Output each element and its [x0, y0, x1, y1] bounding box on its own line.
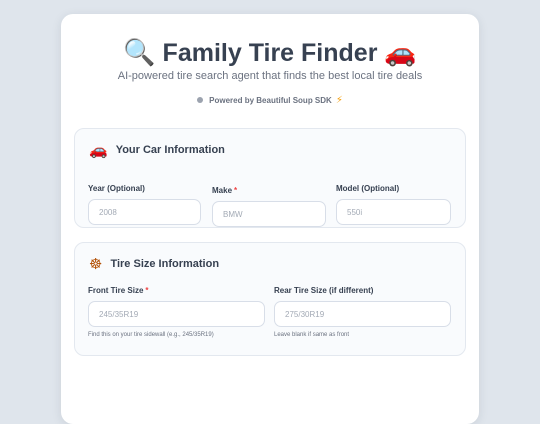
- front-tire-label: Front Tire Size *: [88, 286, 149, 295]
- search-icon: 🔍: [123, 38, 156, 68]
- status-dot-icon: [197, 97, 204, 103]
- car-info-section: 🚗 Your Car Information Year (Optional) M…: [74, 128, 466, 228]
- required-mark: *: [145, 286, 149, 295]
- rear-tire-label: Rear Tire Size (if different): [274, 286, 374, 295]
- title-text: Family Tire Finder: [162, 39, 378, 67]
- model-input[interactable]: [336, 199, 451, 225]
- tire-info-section: ☸ Tire Size Information Front Tire Size *…: [74, 242, 466, 356]
- front-tire-input[interactable]: [88, 301, 265, 327]
- car-section-header: 🚗 Your Car Information: [89, 141, 225, 159]
- required-mark: *: [234, 186, 238, 195]
- rear-tire-input[interactable]: [274, 301, 451, 327]
- front-tire-hint: Find this on your tire sidewall (e.g., 2…: [88, 332, 214, 338]
- tire-section-header: ☸ Tire Size Information: [89, 255, 219, 273]
- model-field-group: Model (Optional): [336, 184, 451, 225]
- section-title: Your Car Information: [115, 144, 225, 156]
- wheel-icon: ☸: [89, 255, 103, 273]
- year-label: Year (Optional): [88, 184, 145, 193]
- make-input[interactable]: [212, 201, 326, 227]
- front-tire-field-group: Front Tire Size* Find this on your tire …: [88, 286, 265, 338]
- rear-tire-field-group: Rear Tire Size (if different) Leave blan…: [274, 286, 451, 338]
- lightning-icon: ⚡: [335, 95, 343, 106]
- car-icon: 🚗: [89, 141, 108, 159]
- rear-tire-hint: Leave blank if same as front: [274, 332, 350, 338]
- powered-by-text: Powered by Beautiful Soup SDK: [209, 96, 332, 105]
- page-title: 🔍 Family Tire Finder 🚗: [61, 38, 479, 68]
- make-label: Make *: [212, 186, 238, 195]
- section-title: Tire Size Information: [110, 258, 220, 270]
- powered-by-badge: Powered by Beautiful Soup SDK ⚡: [61, 95, 479, 106]
- make-field-group: Make *: [212, 186, 326, 227]
- model-label: Model (Optional): [336, 184, 400, 193]
- car-icon: 🚗: [384, 38, 417, 68]
- year-field-group: Year (Optional): [88, 184, 201, 225]
- subtitle: AI-powered tire search agent that finds …: [117, 70, 423, 82]
- year-input[interactable]: [88, 199, 201, 225]
- main-card: 🔍 Family Tire Finder 🚗 AI-powered tire s…: [61, 14, 479, 424]
